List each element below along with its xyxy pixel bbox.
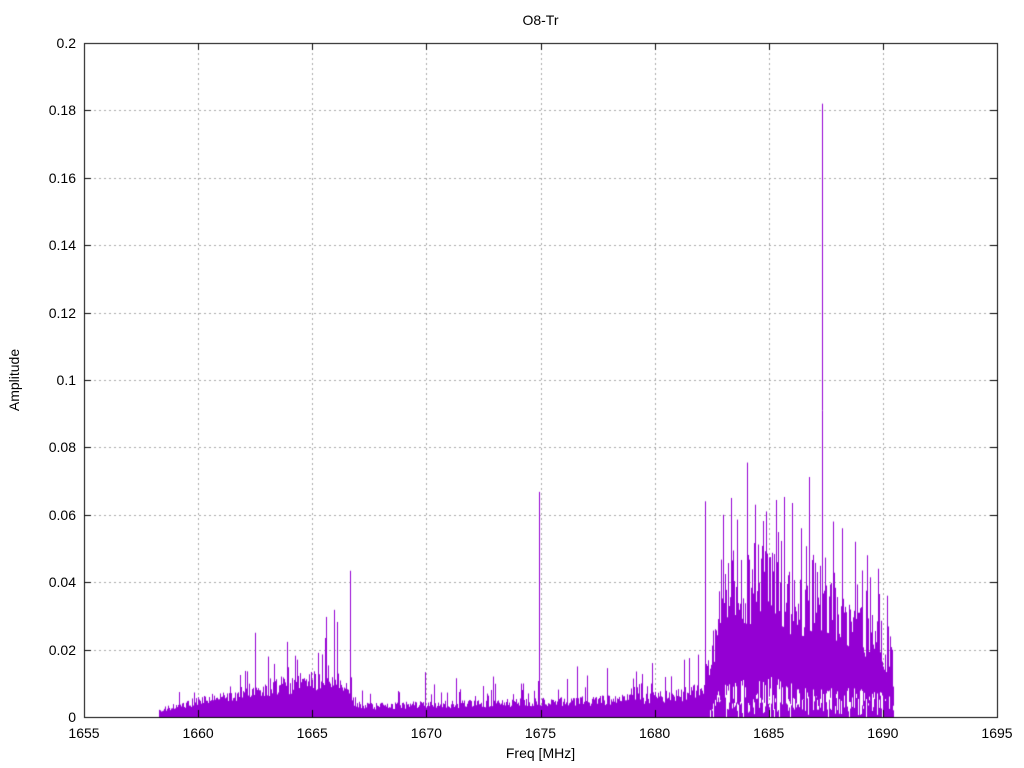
y-tick-label: 0.08 xyxy=(48,439,76,456)
x-tick-label: 1665 xyxy=(296,725,328,741)
x-tick-label: 1695 xyxy=(981,725,1013,741)
y-tick-label: 0.18 xyxy=(48,102,76,119)
x-tick-label: 1685 xyxy=(753,725,785,741)
x-tick-label: 1670 xyxy=(410,725,442,741)
plot-canvas xyxy=(0,0,1024,768)
y-tick-label: 0.02 xyxy=(48,641,76,658)
x-tick-label: 1660 xyxy=(182,725,214,741)
y-tick-label: 0.2 xyxy=(56,35,76,51)
x-tick-label: 1655 xyxy=(68,725,100,741)
x-axis-label: Freq [MHz] xyxy=(505,745,576,761)
chart-title: O8-Tr xyxy=(522,12,559,28)
y-tick-label: 0.04 xyxy=(48,574,76,591)
y-tick-label: 0.14 xyxy=(48,237,76,254)
x-tick-label: 1675 xyxy=(524,725,557,741)
chart-page: O8-Tr Amplitude Freq [MHz] 1655 1660 1665 1… xyxy=(0,0,1024,768)
y-tick-label: 0.1 xyxy=(56,372,76,388)
y-tick-label: 0.06 xyxy=(48,506,76,523)
x-tick-label: 1690 xyxy=(867,725,899,741)
y-tick-label: 0.16 xyxy=(48,169,76,186)
y-tick-label: 0.12 xyxy=(48,304,76,321)
x-tick-label: 1680 xyxy=(639,725,671,741)
y-tick-label: 0 xyxy=(68,709,76,725)
